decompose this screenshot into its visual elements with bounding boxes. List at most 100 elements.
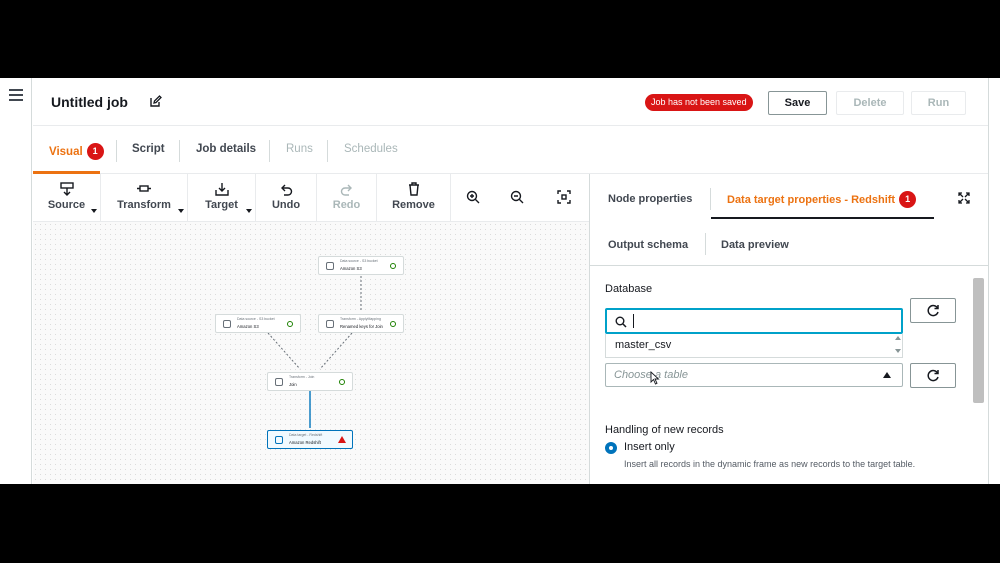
caret-down-icon <box>91 209 97 213</box>
node-kind: Transform - Join <box>289 375 315 379</box>
text-cursor <box>633 314 634 328</box>
tab-runs[interactable]: Runs <box>286 143 313 155</box>
node-source-s3-left[interactable]: Data source - S3 bucket Amazon S3 <box>215 314 301 333</box>
tab-divider <box>116 140 117 162</box>
insert-only-label: Insert only <box>624 441 675 453</box>
shuffle-icon <box>275 378 283 386</box>
tab-data-preview[interactable]: Data preview <box>721 239 789 251</box>
panel-scrollbar[interactable] <box>973 278 984 403</box>
scroll-up-icon[interactable] <box>895 336 901 340</box>
panel-divider <box>590 265 989 266</box>
check-circle-icon <box>390 263 396 269</box>
node-name: Join <box>289 382 297 387</box>
visual-canvas[interactable]: Data source - S3 bucket Amazon S3 Data s… <box>33 222 589 484</box>
check-circle-icon <box>390 321 396 327</box>
tab-schedules[interactable]: Schedules <box>344 143 398 155</box>
caret-up-icon <box>883 372 891 378</box>
unsaved-status-badge: Job has not been saved <box>645 94 753 111</box>
tab-divider <box>327 140 328 162</box>
menu-icon[interactable] <box>9 89 23 101</box>
tab-output-schema[interactable]: Output schema <box>608 239 688 251</box>
redo-icon <box>340 184 352 196</box>
tab-job-details[interactable]: Job details <box>196 143 256 155</box>
run-button[interactable]: Run <box>911 91 966 115</box>
database-icon <box>275 436 283 444</box>
caret-down-icon <box>246 209 252 213</box>
edit-icon[interactable] <box>150 95 162 107</box>
node-source-s3-top[interactable]: Data source - S3 bucket Amazon S3 <box>318 256 404 275</box>
node-kind: Data target - Redshift <box>289 433 323 437</box>
undo-icon <box>281 184 293 196</box>
app-window: Untitled job Job has not been saved Save… <box>0 78 1000 484</box>
fit-view-icon <box>557 190 571 204</box>
source-icon <box>59 182 74 196</box>
node-kind: Data source - S3 bucket <box>237 317 275 321</box>
tab-divider <box>705 233 706 255</box>
tab-visual-label: Visual <box>49 146 83 158</box>
shuffle-icon <box>326 320 334 328</box>
tab-data-target-properties[interactable]: Data target properties - Redshift 1 <box>727 191 917 208</box>
refresh-database-button[interactable] <box>910 298 956 323</box>
target-label: Target <box>205 199 238 211</box>
database-search-input[interactable] <box>605 308 903 334</box>
remove-label: Remove <box>392 199 435 211</box>
tab-node-properties[interactable]: Node properties <box>608 193 692 205</box>
source-label: Source <box>47 199 86 211</box>
target-icon <box>214 183 229 196</box>
transform-label: Transform <box>117 199 171 211</box>
edge <box>319 332 353 370</box>
transform-button[interactable]: Transform <box>101 174 188 221</box>
bucket-icon <box>223 320 231 328</box>
node-transform-applymapping[interactable]: Transform - ApplyMapping Renamed keys fo… <box>318 314 404 333</box>
panel-tab-underline <box>711 217 934 219</box>
trash-icon <box>408 182 419 196</box>
zoom-in-button[interactable] <box>451 174 495 221</box>
insert-only-radio[interactable] <box>605 442 617 454</box>
node-name: Amazon S3 <box>237 324 259 329</box>
zoom-out-button[interactable] <box>495 174 539 221</box>
tab-visual-count: 1 <box>86 143 104 160</box>
edge <box>267 332 301 370</box>
right-edge <box>988 78 1000 484</box>
tab-divider <box>269 140 270 162</box>
transform-icon <box>137 185 151 192</box>
job-header: Untitled job Job has not been saved Save… <box>33 78 988 126</box>
refresh-table-button[interactable] <box>910 363 956 388</box>
job-title: Untitled job <box>51 94 128 110</box>
caret-down-icon <box>178 209 184 213</box>
remove-button[interactable]: Remove <box>377 174 451 221</box>
zoom-in-icon <box>466 190 480 204</box>
delete-button[interactable]: Delete <box>836 91 904 115</box>
dropdown-option[interactable]: master_csv <box>605 334 903 358</box>
refresh-icon <box>927 369 939 382</box>
undo-button[interactable]: Undo <box>256 174 317 221</box>
node-transform-join[interactable]: Transform - Join Join <box>267 372 353 391</box>
mouse-cursor-icon <box>650 371 660 385</box>
save-button[interactable]: Save <box>768 91 827 115</box>
node-target-redshift[interactable]: Data target - Redshift Amazon Redshift <box>267 430 353 449</box>
left-nav <box>0 78 32 484</box>
tab-divider <box>179 140 180 162</box>
check-circle-icon <box>287 321 293 327</box>
dropdown-option-label: master_csv <box>615 339 672 351</box>
node-name: Renamed keys for Join <box>340 324 383 329</box>
scroll-down-icon[interactable] <box>895 349 901 353</box>
job-tabs: Visual 1 Script Job details Runs Schedule… <box>33 126 988 174</box>
fit-view-button[interactable] <box>539 174 589 221</box>
undo-label: Undo <box>271 199 301 211</box>
tab-divider <box>710 188 711 210</box>
warning-icon <box>338 436 346 443</box>
properties-panel: Node properties Data target properties -… <box>589 174 989 484</box>
tab-visual[interactable]: Visual 1 <box>49 143 104 160</box>
check-circle-icon <box>339 379 345 385</box>
handling-label: Handling of new records <box>605 424 724 436</box>
source-button[interactable]: Source <box>33 174 101 221</box>
zoom-out-icon <box>510 190 524 204</box>
target-button[interactable]: Target <box>188 174 256 221</box>
expand-icon[interactable] <box>958 192 970 204</box>
tab-data-target-label: Data target properties - Redshift <box>727 194 896 206</box>
tab-script[interactable]: Script <box>132 143 165 155</box>
redo-button[interactable]: Redo <box>317 174 377 221</box>
refresh-icon <box>927 304 939 317</box>
insert-only-description: Insert all records in the dynamic frame … <box>624 459 916 469</box>
